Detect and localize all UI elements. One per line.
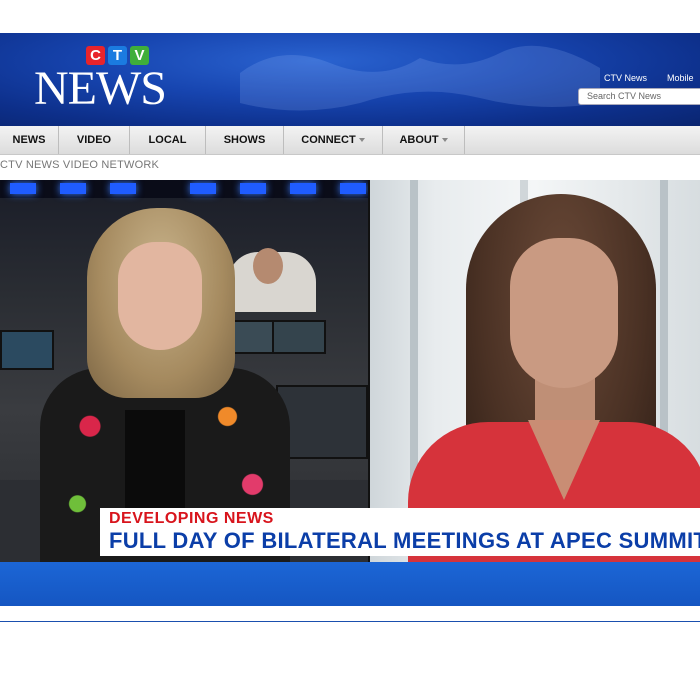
ceiling-light: [290, 183, 316, 194]
section-title: CTV NEWS VIDEO NETWORK: [0, 159, 160, 171]
search-input[interactable]: Search CTV News: [578, 88, 700, 105]
ceiling-light: [10, 183, 36, 194]
news-chyron: DEVELOPING NEWS FULL DAY OF BILATERAL ME…: [100, 508, 700, 556]
chevron-down-icon: [441, 138, 448, 143]
guest-face: [510, 238, 618, 388]
studio-monitor: [0, 330, 54, 370]
nav-item-news[interactable]: NEWS: [0, 126, 59, 154]
nav-item-shows[interactable]: SHOWS: [206, 126, 284, 154]
nav-label: VIDEO: [76, 134, 112, 146]
studio-monitor: [230, 320, 274, 354]
ceiling-light: [110, 183, 136, 194]
player-control-bar[interactable]: [0, 562, 700, 606]
chyron-headline: FULL DAY OF BILATERAL MEETINGS AT APEC S…: [109, 528, 700, 553]
chyron-developing-label: DEVELOPING NEWS: [109, 510, 274, 527]
logo-wordmark: NEWS: [34, 62, 167, 115]
ceiling-light: [60, 183, 86, 194]
world-map-graphic: [240, 45, 600, 111]
background-person-head: [253, 248, 283, 284]
divider: [0, 621, 700, 622]
nav-label: SHOWS: [223, 134, 266, 146]
nav-item-about[interactable]: ABOUT: [383, 126, 465, 154]
nav-item-local[interactable]: LOCAL: [130, 126, 206, 154]
anchor-face: [118, 242, 202, 350]
ceiling-light: [240, 183, 266, 194]
ceiling-light: [190, 183, 216, 194]
site-header: C T V NEWS CTV News Mobile LIVE NOW:CTV …: [0, 33, 700, 126]
studio-monitor: [272, 320, 326, 354]
top-link-mobile[interactable]: Mobile: [667, 73, 694, 83]
ctv-news-logo[interactable]: C T V NEWS: [34, 46, 167, 118]
nav-label: NEWS: [12, 134, 46, 146]
nav-item-video[interactable]: VIDEO: [59, 126, 130, 154]
main-nav: NEWS VIDEO LOCAL SHOWS CONNECT ABOUT: [0, 126, 700, 155]
nav-label: CONNECT: [301, 134, 356, 146]
nav-label: LOCAL: [148, 134, 187, 146]
top-links: CTV News Mobile: [604, 73, 694, 83]
nav-label: ABOUT: [399, 134, 439, 146]
top-link-ctv-news[interactable]: CTV News: [604, 73, 647, 83]
nav-item-connect[interactable]: CONNECT: [284, 126, 383, 154]
chevron-down-icon: [358, 138, 365, 143]
ceiling-light: [340, 183, 366, 194]
remote-guest-frame: [370, 180, 700, 562]
